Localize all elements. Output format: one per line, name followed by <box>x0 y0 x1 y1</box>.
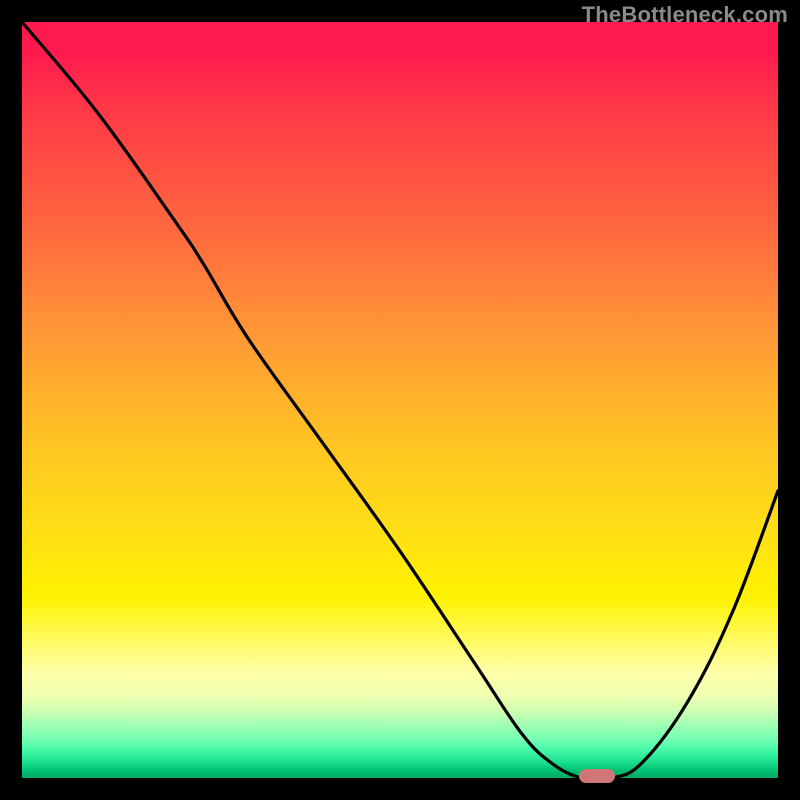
bottleneck-curve <box>22 22 778 778</box>
optimum-marker <box>579 769 615 783</box>
chart-frame: TheBottleneck.com <box>0 0 800 800</box>
plot-area <box>22 22 778 778</box>
